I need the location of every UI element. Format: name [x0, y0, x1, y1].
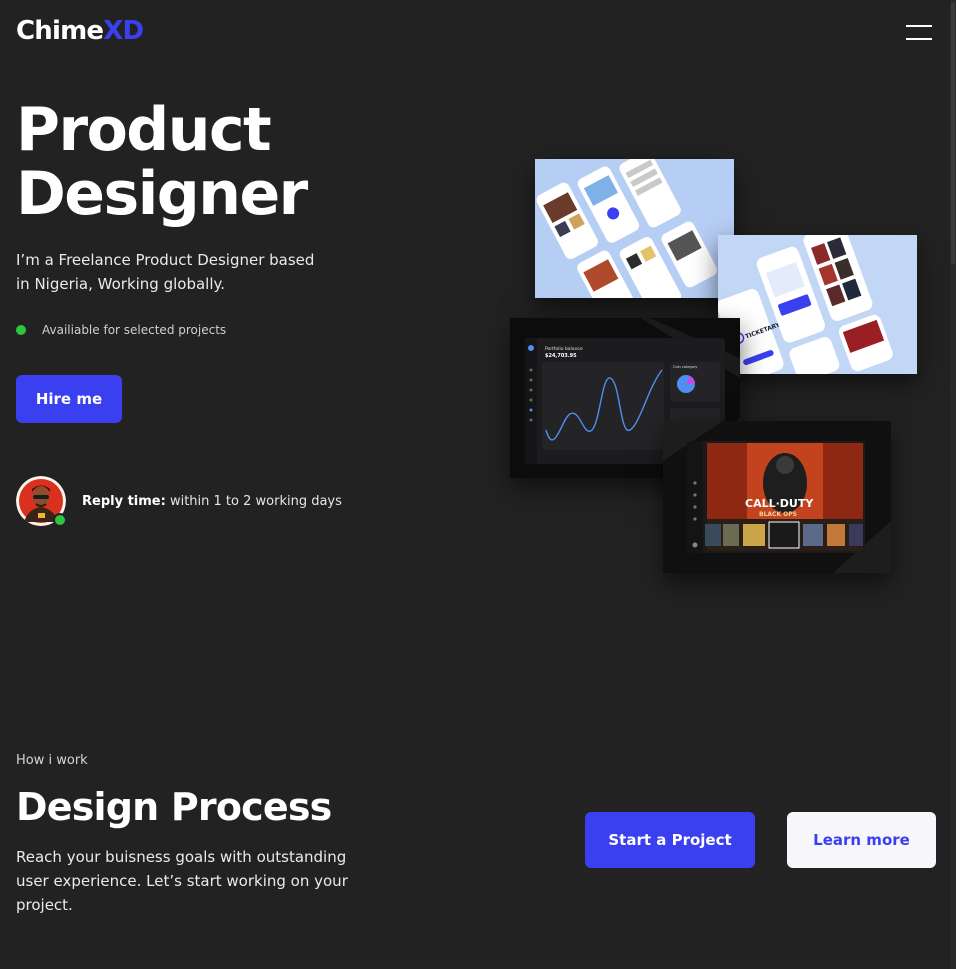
wallet-title-text: Portfolio balance: [545, 346, 583, 352]
mockup-game-store: CALL·DUTY BLACK OPS: [663, 421, 891, 573]
availability-status: Availiable for selected projects: [16, 323, 226, 337]
online-status-dot: [53, 513, 67, 527]
logo-accent-text: XD: [103, 16, 144, 46]
game-store-preview-image: CALL·DUTY BLACK OPS: [663, 421, 891, 573]
hero-title-line-2: Designer: [16, 159, 308, 229]
reply-time-value: within 1 to 2 working days: [165, 493, 342, 509]
coin-category-title-text: Coin category: [673, 365, 697, 369]
wallet-amount-text: $24,703.95: [545, 353, 577, 359]
scrollbar-thumb[interactable]: [951, 2, 955, 264]
start-project-button[interactable]: Start a Project: [585, 812, 755, 868]
status-dot-icon: [16, 325, 26, 335]
learn-more-button[interactable]: Learn more: [787, 812, 936, 868]
music-app-preview-image: [535, 159, 734, 298]
section-title: Design Process: [16, 785, 332, 829]
mockup-music-app: [535, 159, 734, 298]
game-title-line-1: CALL·DUTY: [745, 497, 814, 510]
game-title-line-2: BLACK OPS: [759, 511, 797, 518]
reply-time-text: Reply time: within 1 to 2 working days: [82, 494, 342, 509]
reply-time-info: Reply time: within 1 to 2 working days: [16, 476, 342, 527]
avatar: [16, 476, 67, 527]
section-eyebrow: How i work: [16, 753, 88, 768]
reply-time-label: Reply time:: [82, 493, 166, 509]
hero-title: Product Designer: [16, 98, 436, 226]
brand-logo[interactable]: ChimeXD: [16, 16, 144, 46]
hamburger-menu-icon[interactable]: [906, 24, 932, 42]
mockup-ticket-app: TICKETARY: [718, 235, 917, 374]
hero-title-line-1: Product: [16, 95, 272, 165]
section-description: Reach your buisness goals with outstandi…: [16, 848, 348, 914]
ticket-app-preview-image: TICKETARY: [718, 235, 917, 374]
hire-me-button[interactable]: Hire me: [16, 375, 122, 423]
page-scrollbar[interactable]: [950, 0, 956, 969]
hero-description: I’m a Freelance Product Designer based i…: [16, 251, 315, 293]
logo-primary-text: Chime: [16, 16, 104, 46]
availability-text: Availiable for selected projects: [42, 323, 227, 337]
